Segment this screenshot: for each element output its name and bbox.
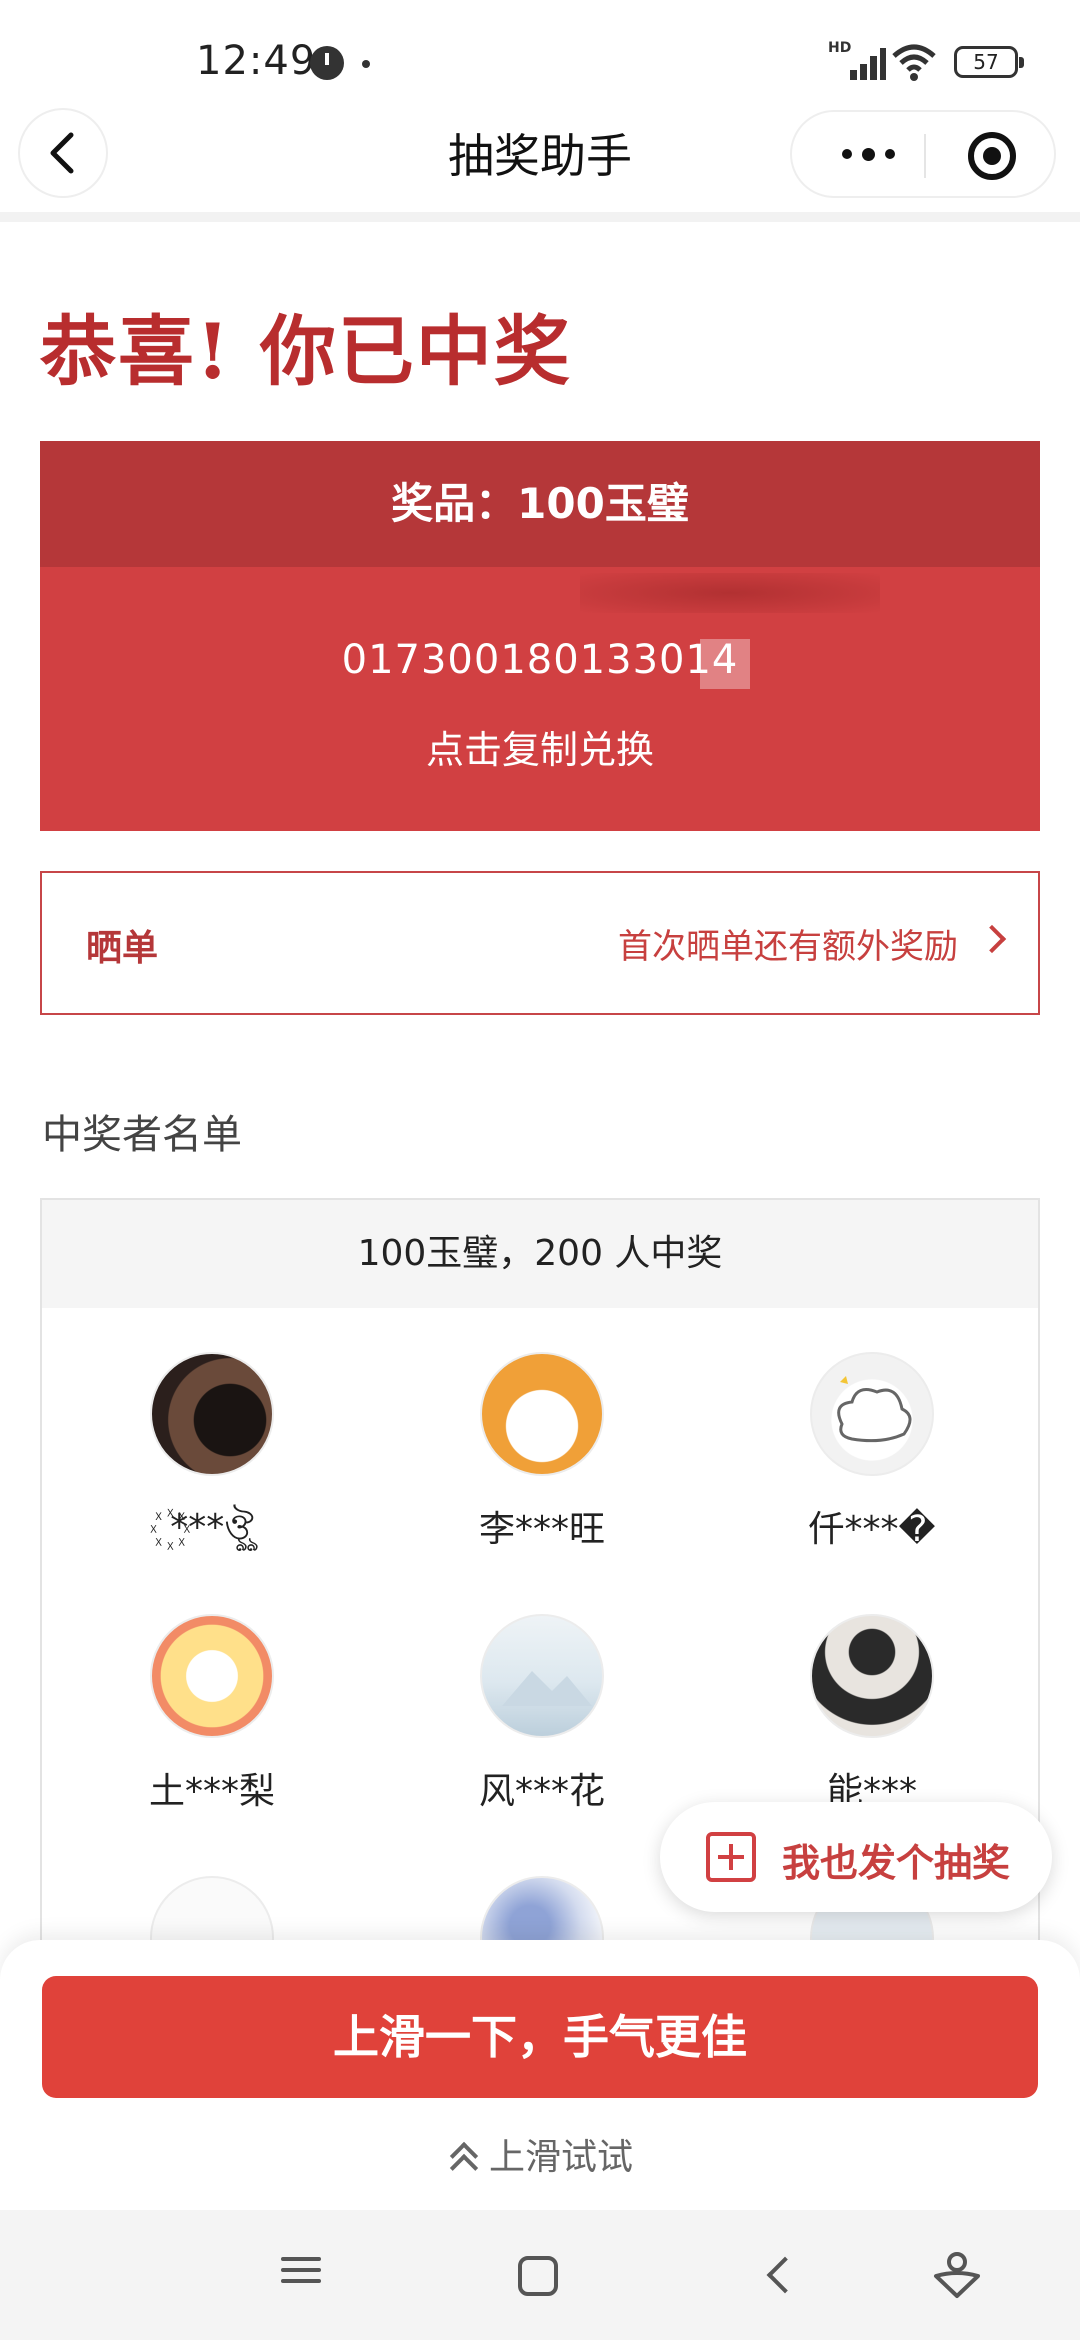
winner-item[interactable]: ꙰***ঔৣ <box>62 1352 362 1548</box>
battery-icon: 57 <box>954 46 1024 78</box>
chevron-right-icon <box>977 924 1007 954</box>
winner-name: 李***旺 <box>478 1509 605 1550</box>
create-lottery-button[interactable]: 我也发个抽奖 <box>660 1802 1052 1912</box>
more-button[interactable] <box>828 134 908 174</box>
winner-name: ꙰***ঔৣ <box>170 1507 254 1548</box>
swipe-hint-label: 上滑试试 <box>488 2137 633 2178</box>
signal-icon <box>830 44 886 80</box>
avatar <box>810 1352 934 1476</box>
back-button[interactable] <box>18 108 108 198</box>
show-order-label: 晒单 <box>86 928 159 969</box>
nav-bar: 抽奖助手 <box>0 100 1080 212</box>
show-order-row[interactable]: 晒单 首次晒单还有额外奖励 <box>40 871 1040 1015</box>
winners-summary: 100玉璧，200 人中奖 <box>42 1200 1038 1308</box>
winner-name: 风***花 <box>478 1771 605 1812</box>
winners-section-title: 中奖者名单 <box>42 1112 242 1158</box>
nav-divider <box>0 212 1080 222</box>
double-chevron-up-icon <box>447 2142 477 2176</box>
winner-item[interactable]: 风***花 <box>392 1614 692 1812</box>
avatar <box>810 1614 934 1738</box>
add-icon <box>706 1832 756 1882</box>
create-lottery-label: 我也发个抽奖 <box>782 1841 1011 1885</box>
cloud-sticker-icon <box>837 1376 912 1443</box>
prize-label: 奖品：100玉璧 <box>40 441 1040 567</box>
winner-name: 土***梨 <box>148 1771 275 1812</box>
avatar <box>480 1352 604 1476</box>
system-nav-bar <box>0 2210 1080 2340</box>
show-order-tip: 首次晒单还有额外奖励 <box>618 927 958 967</box>
chevron-left-icon <box>50 132 74 174</box>
copy-redeem-code-button[interactable]: 点击复制兑换 <box>40 719 1040 774</box>
redaction-box <box>700 639 750 689</box>
bottom-sheet: 上滑一下，手气更佳 上滑试试 <box>0 1940 1080 2210</box>
assistant-icon[interactable] <box>932 2250 982 2300</box>
redaction-blur <box>580 573 880 613</box>
prize-card: 奖品：100玉璧 017300180133014 点击复制兑换 <box>40 441 1040 831</box>
status-time: 12:49 <box>196 38 317 84</box>
congrats-heading: 恭喜! 你已中奖 <box>40 307 572 396</box>
winner-item[interactable]: 李***旺 <box>392 1352 692 1550</box>
swipe-hint[interactable]: 上滑试试 <box>0 2128 1080 2180</box>
close-mini-program-button[interactable] <box>968 132 1016 180</box>
status-bar: 12:49 HD 57 <box>0 0 1080 100</box>
swipe-up-cta-button[interactable]: 上滑一下，手气更佳 <box>42 1976 1038 2098</box>
winner-item[interactable]: 仟***� <box>722 1352 1022 1550</box>
home-button[interactable] <box>518 2256 558 2296</box>
avatar <box>480 1614 604 1738</box>
winner-item[interactable]: 能*** <box>722 1614 1022 1812</box>
winner-item[interactable]: 土***梨 <box>62 1614 362 1812</box>
recent-apps-button[interactable] <box>276 2250 326 2300</box>
avatar <box>150 1614 274 1738</box>
mini-program-capsule <box>790 110 1056 198</box>
avatar <box>150 1352 274 1476</box>
clock-icon <box>310 46 344 80</box>
winner-name: 仟***� <box>808 1509 936 1550</box>
notification-dot-icon <box>362 60 370 68</box>
back-nav-button[interactable] <box>756 2250 806 2300</box>
image-placeholder-icon <box>502 1671 592 1706</box>
redeem-code[interactable]: 017300180133014 <box>40 637 1040 683</box>
capsule-divider <box>924 134 926 178</box>
wifi-icon <box>892 44 936 81</box>
